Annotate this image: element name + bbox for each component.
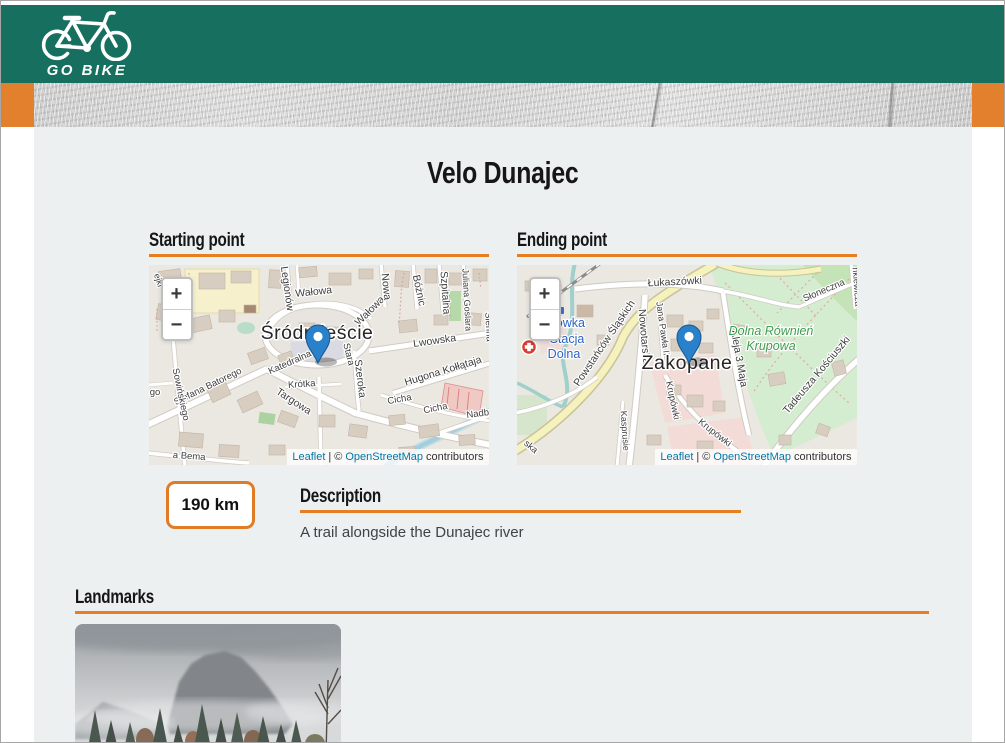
ending-point-section: Ending point — [517, 231, 857, 465]
svg-text:a Bema: a Bema — [172, 450, 206, 463]
landmark-photo — [75, 624, 341, 743]
zoom-in-button[interactable]: + — [531, 279, 559, 309]
zoom-in-button[interactable]: + — [163, 279, 191, 309]
zoom-control: + − — [529, 277, 561, 341]
bike-logo-icon — [39, 9, 135, 61]
logo[interactable]: GO BIKE — [39, 9, 135, 79]
hospital-icon — [521, 340, 536, 355]
logo-text: GO BIKE — [47, 62, 128, 79]
hero-banner — [1, 83, 1004, 127]
zoom-control: + − — [161, 277, 193, 341]
ending-point-heading: Ending point — [517, 231, 607, 251]
station-label: Dolna — [547, 347, 580, 361]
leaflet-link[interactable]: Leaflet — [292, 451, 325, 463]
osm-link[interactable]: OpenStreetMap — [345, 451, 423, 463]
landmarks-section: Landmarks — [75, 588, 929, 743]
osm-link[interactable]: OpenStreetMap — [713, 451, 791, 463]
description-text: A trail alongside the Dunajec river — [300, 524, 741, 541]
zoom-out-button[interactable]: − — [163, 309, 191, 339]
svg-text:Krótka: Krótka — [287, 378, 316, 391]
map-attribution: Leaflet|©OpenStreetMapcontributors — [655, 449, 856, 465]
starting-point-heading: Starting point — [149, 231, 244, 251]
ending-point-map[interactable]: Łukaszówki Nowotarska Powstańców Śląskic… — [517, 265, 857, 465]
park-label: Krupowa — [746, 339, 795, 353]
leaflet-link[interactable]: Leaflet — [660, 451, 693, 463]
park-label: Dolna Równień — [728, 324, 813, 338]
svg-text:go: go — [149, 387, 160, 398]
content-card: Velo Dunajec Starting point — [34, 127, 972, 743]
mountain-photo-illustration — [75, 624, 341, 743]
site-header: GO BIKE — [1, 5, 1004, 83]
route-info-row: 190 km Description A trail alongside the… — [34, 481, 972, 541]
description-section: Description A trail alongside the Dunaje… — [300, 487, 741, 541]
map-attribution: Leaflet|©OpenStreetMapcontributors — [287, 449, 488, 465]
description-heading: Description — [300, 487, 381, 507]
distance-badge: 190 km — [166, 481, 256, 529]
hero-banner-image — [34, 83, 972, 127]
page-title: Velo Dunajec — [427, 153, 579, 193]
starting-point-section: Starting point — [149, 231, 489, 465]
landmarks-heading: Landmarks — [75, 588, 154, 608]
zoom-out-button[interactable]: − — [531, 309, 559, 339]
maps-row: Starting point — [34, 231, 972, 465]
page: GO BIKE Velo Dunajec Starting point — [0, 0, 1005, 743]
starting-point-map[interactable]: Wałowa Wałowa Legionów Nowa Bóżnic Szpit… — [149, 265, 489, 465]
